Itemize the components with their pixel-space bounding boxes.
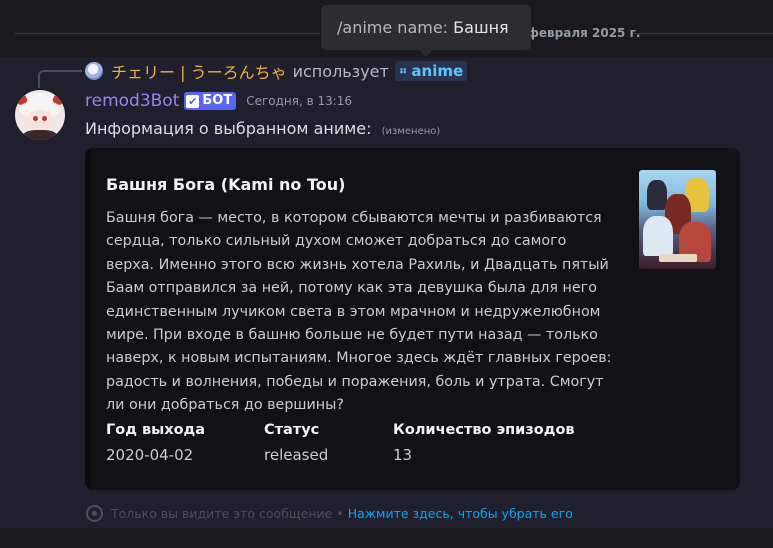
- edited-tag: (изменено): [381, 126, 441, 137]
- avatar-body: [23, 130, 57, 140]
- reply-spine: [38, 70, 82, 88]
- command-icon: ⠶: [398, 64, 408, 77]
- field-value: 13: [393, 446, 413, 464]
- field-name: Статус: [264, 422, 320, 438]
- dismiss-link[interactable]: Нажмите здесь, чтобы убрать его: [348, 506, 573, 521]
- date-divider-line-right: [630, 33, 773, 34]
- thumb-figure: [647, 180, 667, 210]
- tooltip-command: /anime name:: [337, 18, 449, 37]
- embed-field-status: Статус released: [264, 422, 328, 464]
- field-name: Год выхода: [106, 422, 206, 438]
- command-chip[interactable]: ⠶ anime: [394, 61, 468, 81]
- message-header: remod3Bot ✔ БОТ Сегодня, в 13:16: [85, 89, 352, 113]
- command-chip-label: anime: [411, 62, 464, 80]
- embed-thumbnail[interactable]: [639, 170, 716, 269]
- thumb-logo: [659, 254, 697, 262]
- ephemeral-notice: Только вы видите это сообщение • Нажмите…: [86, 504, 573, 522]
- tooltip-value: Башня: [453, 18, 509, 37]
- field-value: 2020-04-02: [106, 446, 194, 464]
- bot-badge: ✔ БОТ: [184, 92, 237, 110]
- field-value: released: [264, 446, 329, 464]
- avatar-face: [28, 110, 52, 130]
- bot-avatar[interactable]: [15, 90, 65, 140]
- avatar-eye-left: [33, 116, 38, 121]
- date-divider-line-left: [15, 33, 320, 34]
- avatar-eye-right: [42, 116, 47, 121]
- reply-username[interactable]: チェリー | うーろんちゃ: [111, 59, 287, 83]
- message-text: Информация о выбранном аниме:: [85, 119, 372, 138]
- bottom-bar: [0, 528, 773, 548]
- check-icon: ✔: [186, 94, 200, 108]
- message-content: Информация о выбранном аниме: (изменено): [85, 119, 440, 138]
- embed-description: Башня бога — место, в котором сбываются …: [106, 210, 612, 414]
- eye-icon: [86, 504, 103, 522]
- field-name: Количество эпизодов: [393, 422, 575, 438]
- reply-avatar-icon[interactable]: [85, 62, 103, 80]
- embed-field-year: Год выхода 2020-04-02: [106, 422, 205, 464]
- reply-verb: использует: [292, 61, 389, 81]
- ephemeral-separator: •: [336, 505, 344, 521]
- command-tooltip: /anime name: Башня: [321, 5, 531, 50]
- tooltip-arrow: [419, 50, 433, 57]
- thumb-figure: [643, 216, 673, 256]
- ephemeral-text: Только вы видите это сообщение: [111, 505, 333, 521]
- date-divider: февраля 2025 г.: [527, 26, 641, 40]
- embed-field-episodes: Количество эпизодов 13: [393, 422, 575, 464]
- embed-title: Башня Бога (Kami no Tou): [106, 175, 346, 194]
- message-timestamp[interactable]: Сегодня, в 13:16: [246, 94, 352, 108]
- bot-username[interactable]: remod3Bot: [85, 91, 179, 111]
- interaction-reference[interactable]: チェリー | うーろんちゃ использует ⠶ anime: [85, 59, 468, 83]
- bot-badge-label: БОТ: [202, 93, 233, 108]
- embed-card: Башня Бога (Kami no Tou) Башня бога — ме…: [85, 148, 740, 490]
